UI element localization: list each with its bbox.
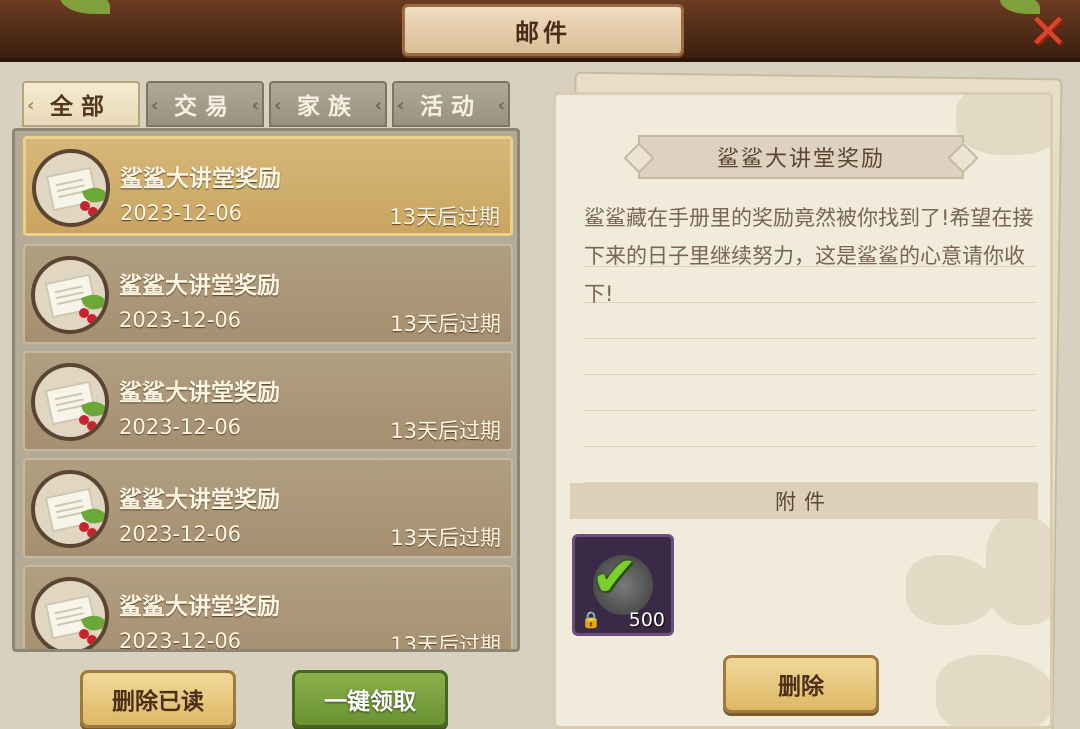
- claim-all-button[interactable]: 一键领取: [292, 670, 448, 728]
- arrow-right-icon: ‹: [497, 95, 505, 116]
- mail-expiry: 13天后过期: [390, 419, 501, 443]
- arrow-left-icon: ‹: [274, 95, 282, 116]
- mail-title: 鲨鲨大讲堂奖励: [120, 166, 281, 192]
- leaf-decoration: [956, 95, 1050, 155]
- tab-label: 交易: [174, 94, 236, 120]
- mail-expiry: 13天后过期: [390, 633, 501, 652]
- attachment-item[interactable]: ✔ 🔒 500: [572, 534, 674, 636]
- mail-list[interactable]: 鲨鲨大讲堂奖励 2023-12-06 13天后过期 鲨鲨大讲堂奖励 2023-1…: [12, 128, 520, 652]
- mail-detail-title: 鲨鲨大讲堂奖励: [623, 135, 979, 179]
- arrow-right-icon: ‹: [251, 95, 259, 116]
- mail-envelope-icon: [31, 577, 109, 649]
- mail-detail-panel: 鲨鲨大讲堂奖励 鲨鲨藏在手册里的奖励竟然被你找到了!希望在接下来的日子里继续努力…: [553, 92, 1053, 729]
- checkmark-icon: ✔: [591, 545, 638, 610]
- mail-title: 鲨鲨大讲堂奖励: [119, 487, 280, 513]
- mail-item[interactable]: 鲨鲨大讲堂奖励 2023-12-06 13天后过期: [23, 351, 513, 451]
- leaf-decoration: [936, 655, 1050, 726]
- mail-item[interactable]: 鲨鲨大讲堂奖励 2023-12-06 13天后过期: [23, 565, 513, 652]
- delete-read-button[interactable]: 删除已读: [80, 670, 236, 728]
- arrow-left-icon: ‹: [27, 95, 35, 116]
- mail-envelope-icon: [31, 363, 109, 441]
- attachments-header: 附件: [570, 483, 1038, 519]
- mail-item[interactable]: 鲨鲨大讲堂奖励 2023-12-06 13天后过期: [23, 244, 513, 344]
- arrow-left-icon: ‹: [151, 95, 159, 116]
- mail-expiry: 13天后过期: [390, 526, 501, 550]
- mail-body: 鲨鲨藏在手册里的奖励竟然被你找到了!希望在接下来的日子里继续努力，这是鲨鲨的心意…: [584, 206, 1034, 306]
- leaf-decoration: [906, 555, 996, 625]
- mail-date: 2023-12-06: [120, 201, 243, 225]
- mail-date: 2023-12-06: [119, 308, 242, 332]
- leaf-decoration: [986, 515, 1050, 625]
- close-icon[interactable]: ✕: [1024, 4, 1072, 60]
- mail-title: 鲨鲨大讲堂奖励: [119, 273, 280, 299]
- delete-button[interactable]: 删除: [723, 655, 879, 713]
- mail-item[interactable]: 鲨鲨大讲堂奖励 2023-12-06 13天后过期: [23, 458, 513, 558]
- mail-date: 2023-12-06: [119, 415, 242, 439]
- leaf-decoration: [60, 0, 110, 14]
- tab-family[interactable]: ‹ 家族 ‹: [269, 81, 387, 127]
- tab-trade[interactable]: ‹ 交易 ‹: [146, 81, 264, 127]
- tab-label: 全部: [50, 94, 112, 120]
- arrow-left-icon: ‹: [397, 95, 405, 116]
- window-title: 邮件: [402, 4, 684, 56]
- mail-expiry: 13天后过期: [390, 312, 501, 336]
- tab-events[interactable]: ‹ 活动 ‹: [392, 81, 510, 127]
- mail-envelope-icon: [31, 470, 109, 548]
- mail-item[interactable]: 鲨鲨大讲堂奖励 2023-12-06 13天后过期: [23, 136, 513, 236]
- tab-all[interactable]: ‹ 全部: [22, 81, 140, 127]
- mail-detail-title-text: 鲨鲨大讲堂奖励: [716, 147, 885, 172]
- arrow-right-icon: ‹: [374, 95, 382, 116]
- mail-expiry: 13天后过期: [389, 205, 500, 229]
- attachment-count: 500: [628, 609, 665, 631]
- mail-date: 2023-12-06: [119, 629, 242, 652]
- mail-title: 鲨鲨大讲堂奖励: [119, 594, 280, 620]
- mail-envelope-icon: [31, 256, 109, 334]
- mail-title: 鲨鲨大讲堂奖励: [119, 380, 280, 406]
- tab-label: 家族: [297, 94, 359, 120]
- title-bar: 邮件 ✕: [0, 0, 1080, 62]
- mail-date: 2023-12-06: [119, 522, 242, 546]
- mail-envelope-icon: [32, 149, 110, 227]
- diamond-icon: [623, 142, 655, 174]
- lock-icon: 🔒: [581, 610, 601, 629]
- tab-label: 活动: [420, 94, 482, 120]
